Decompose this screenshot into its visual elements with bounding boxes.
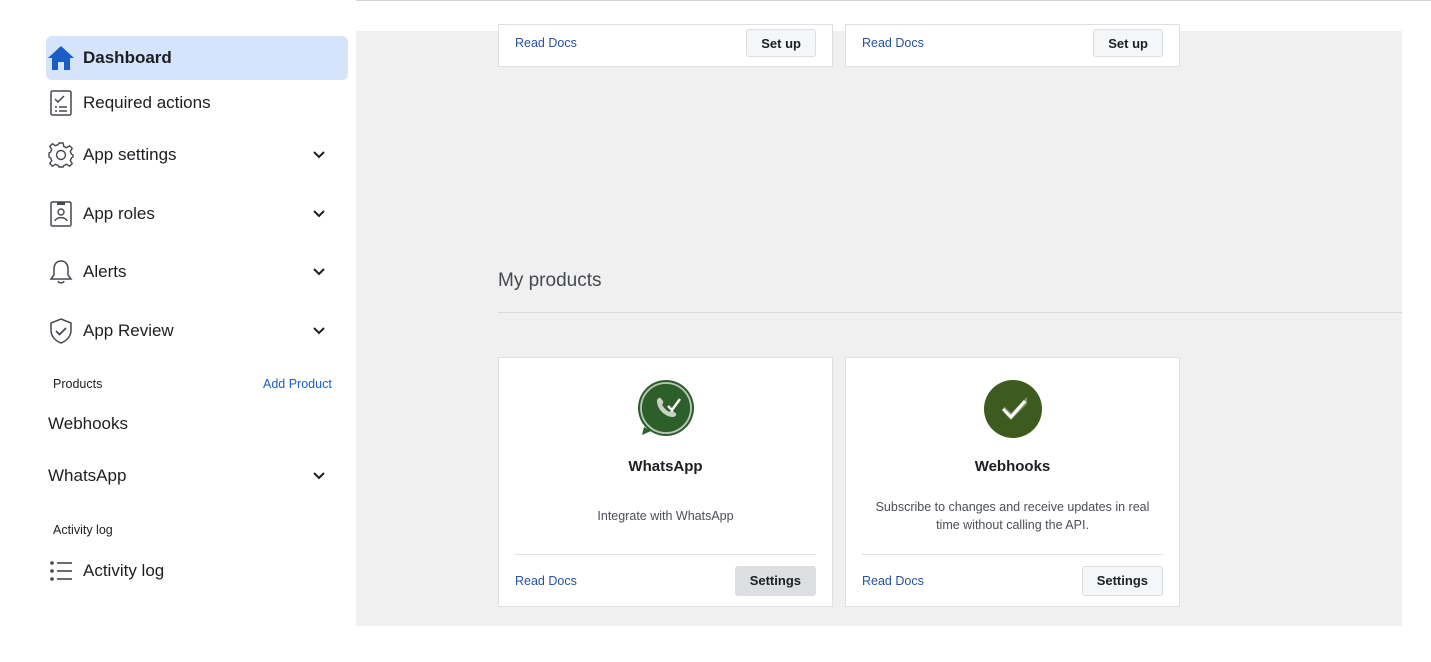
product-card-top-1: Read Docs Set up (498, 24, 833, 67)
sidebar-item-label: App settings (83, 145, 177, 164)
product-card-top-2: Read Docs Set up (845, 24, 1180, 67)
read-docs-link[interactable]: Read Docs (862, 574, 924, 588)
sidebar-item-required-actions[interactable]: Required actions (46, 81, 348, 125)
checklist-icon (46, 88, 76, 118)
id-badge-icon (46, 199, 76, 229)
list-icon (46, 556, 76, 586)
divider (498, 312, 1402, 313)
sidebar-item-label: Dashboard (83, 48, 172, 67)
sidebar-item-app-roles[interactable]: App roles (46, 192, 348, 236)
sidebar-item-app-review[interactable]: App Review (46, 309, 348, 353)
set-up-button[interactable]: Set up (1093, 29, 1163, 57)
chevron-down-icon (312, 265, 326, 279)
add-product-link[interactable]: Add Product (263, 377, 332, 391)
whatsapp-icon (636, 379, 696, 439)
product-name: Webhooks (974, 458, 1051, 475)
card-footer: Read Docs Set up (862, 25, 1163, 61)
read-docs-link[interactable]: Read Docs (515, 36, 577, 50)
settings-button[interactable]: Settings (1081, 565, 1163, 596)
product-card-webhooks: Webhooks Subscribe to changes and receiv… (845, 357, 1180, 607)
home-icon (46, 43, 76, 73)
product-description: Integrate with WhatsApp (597, 509, 734, 523)
sidebar-item-label: Required actions (83, 93, 211, 112)
sidebar-item-label: App Review (83, 321, 174, 340)
sidebar-item-label: App roles (83, 204, 155, 223)
bell-icon (46, 257, 76, 287)
settings-button[interactable]: Settings (734, 565, 816, 596)
sidebar-item-label: Activity log (83, 561, 165, 580)
product-name: WhatsApp (628, 458, 703, 475)
read-docs-link[interactable]: Read Docs (515, 574, 577, 588)
gear-icon (46, 140, 76, 170)
sidebar-item-dashboard[interactable]: Dashboard (46, 36, 348, 80)
chevron-down-icon (312, 207, 326, 221)
card-footer: Read Docs Settings (862, 554, 1163, 606)
sidebar-item-label: Webhooks (48, 414, 129, 433)
chevron-down-icon (312, 469, 326, 483)
product-card-whatsapp: WhatsApp Integrate with WhatsApp Read Do… (498, 357, 833, 607)
card-footer: Read Docs Set up (515, 25, 816, 61)
sidebar-item-label: WhatsApp (48, 466, 127, 485)
webhooks-icon (983, 379, 1043, 439)
sidebar-item-activity-log[interactable]: Activity log (46, 549, 348, 593)
chevron-down-icon (312, 148, 326, 162)
sidebar-item-webhooks[interactable]: Webhooks (48, 406, 348, 442)
my-products-title: My products (498, 270, 602, 291)
card-footer: Read Docs Settings (515, 554, 816, 606)
activity-section-label: Activity log (53, 523, 113, 537)
set-up-button[interactable]: Set up (746, 29, 816, 57)
chevron-down-icon (312, 324, 326, 338)
sidebar-item-whatsapp[interactable]: WhatsApp (48, 458, 348, 494)
shield-check-icon (46, 316, 76, 346)
product-description: Subscribe to changes and receive updates… (875, 500, 1150, 532)
sidebar-item-alerts[interactable]: Alerts (46, 250, 348, 294)
sidebar: Dashboard Required actions App settings … (0, 0, 356, 662)
sidebar-item-app-settings[interactable]: App settings (46, 133, 348, 177)
products-section-label: Products (53, 377, 103, 391)
sidebar-item-label: Alerts (83, 262, 127, 281)
read-docs-link[interactable]: Read Docs (862, 36, 924, 50)
